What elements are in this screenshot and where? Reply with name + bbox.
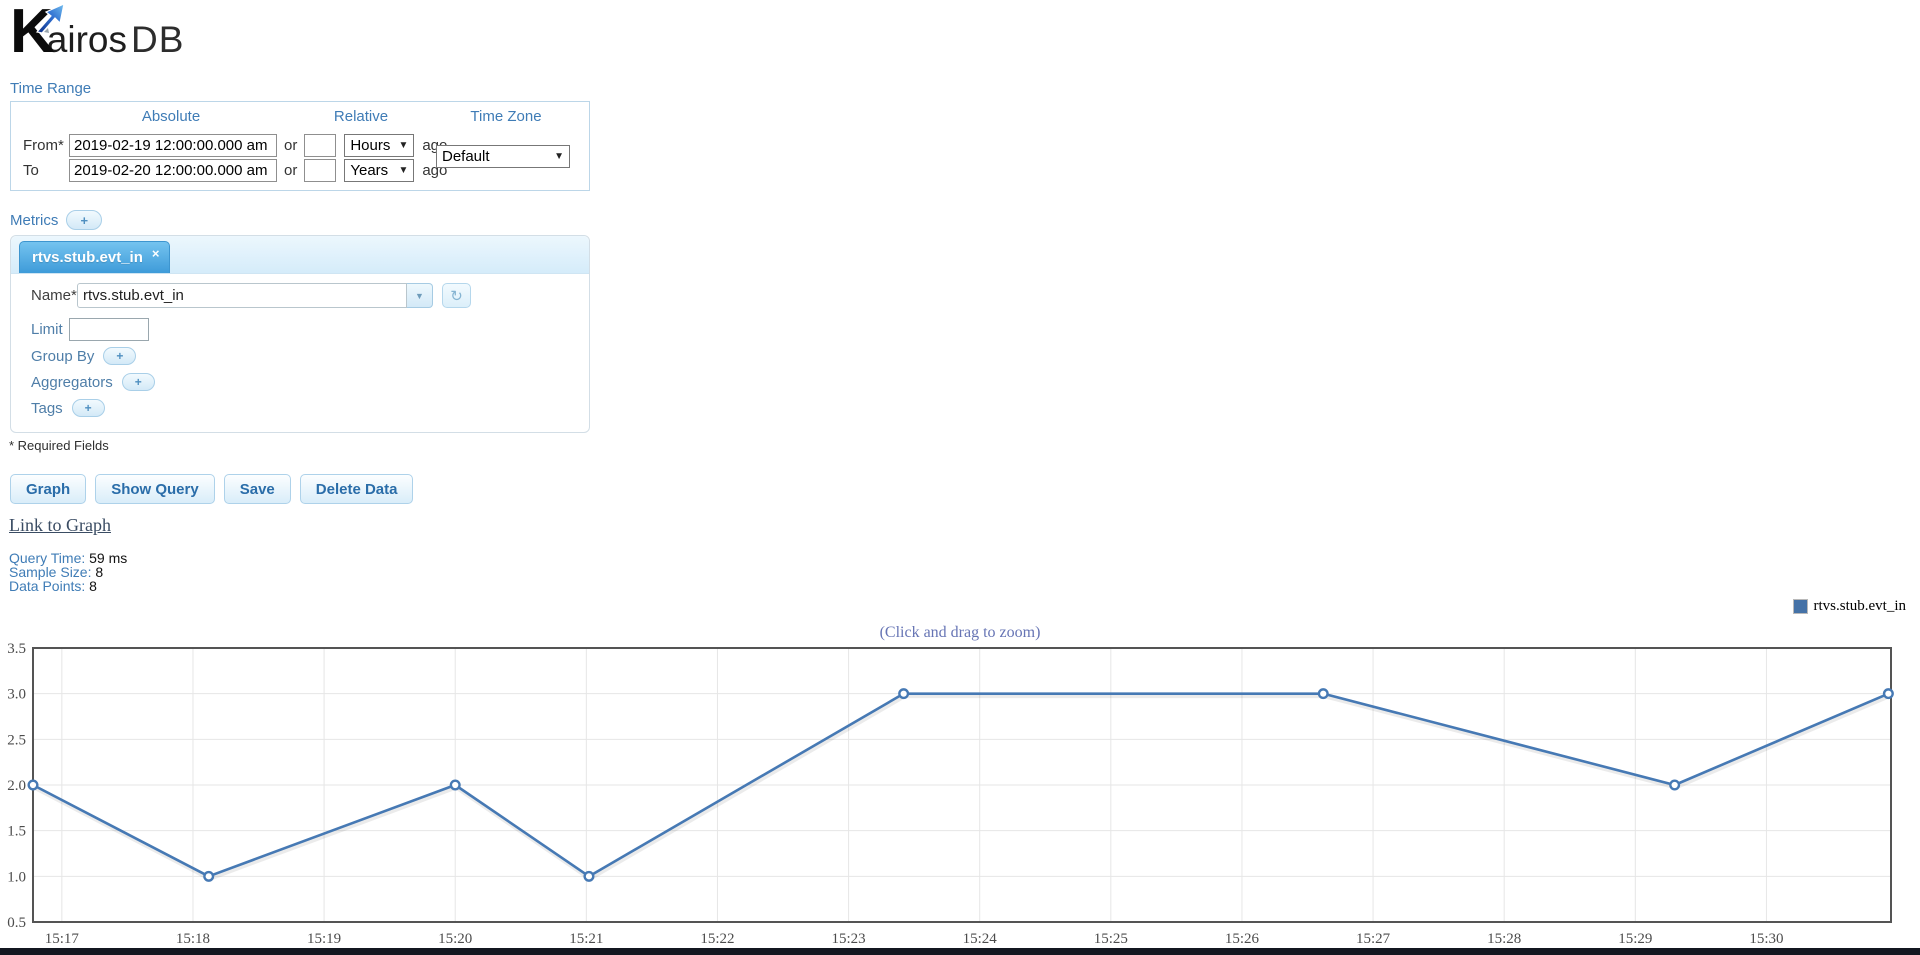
absolute-column-header: Absolute [71, 108, 271, 125]
timezone-column-header: Time Zone [431, 108, 581, 125]
data-point-marker[interactable] [1670, 781, 1679, 790]
logo-k-letter: K [10, 4, 53, 60]
time-range-section-label: Time Range [10, 80, 91, 97]
from-or-text: or [284, 137, 297, 154]
y-tick-label: 3.5 [7, 641, 26, 657]
add-metric-button[interactable]: + [66, 210, 102, 230]
relative-column-header: Relative [286, 108, 436, 125]
data-point-marker[interactable] [1319, 689, 1328, 698]
data-point-marker[interactable] [451, 781, 460, 790]
to-unit-select[interactable]: Years▼ [344, 159, 414, 182]
x-tick-label: 15:18 [176, 931, 210, 947]
data-point-marker[interactable] [204, 872, 213, 881]
add-group-by-button[interactable]: + [103, 347, 136, 365]
bottom-bar [0, 948, 1920, 955]
x-tick-label: 15:30 [1749, 931, 1783, 947]
metrics-section-label: Metrics [10, 212, 58, 229]
metric-panel: rtvs.stub.evt_in × Name* ▼ ↻ Limit Group… [10, 235, 590, 433]
y-tick-label: 2.5 [7, 732, 26, 748]
to-row: To or Years▼ ago [23, 159, 447, 182]
y-tick-label: 2.0 [7, 778, 26, 794]
kairosdb-page: K airos DB Time Range Absolute Relative … [0, 0, 1920, 955]
x-tick-label: 15:25 [1094, 931, 1128, 947]
metric-tab[interactable]: rtvs.stub.evt_in × [19, 241, 170, 273]
y-tick-label: 1.5 [7, 824, 26, 840]
x-tick-label: 15:19 [307, 931, 341, 947]
x-tick-label: 15:28 [1487, 931, 1521, 947]
metric-tab-label: rtvs.stub.evt_in [32, 249, 143, 266]
query-stats: Query Time: 59 ms Sample Size: 8 Data Po… [9, 551, 127, 593]
x-tick-label: 15:22 [700, 931, 734, 947]
select-caret-icon: ▼ [398, 165, 408, 176]
data-point-marker[interactable] [29, 781, 38, 790]
graph-button[interactable]: Graph [10, 474, 86, 504]
limit-label: Limit [31, 321, 69, 338]
timezone-select[interactable]: Default▼ [436, 145, 570, 168]
from-unit-select[interactable]: Hours▼ [344, 134, 414, 157]
to-relative-input[interactable] [304, 159, 336, 182]
add-aggregator-button[interactable]: + [122, 373, 155, 391]
group-by-label: Group By [31, 348, 94, 365]
x-tick-label: 15:24 [963, 931, 998, 947]
metric-name-refresh-button[interactable]: ↻ [442, 283, 471, 308]
to-or-text: or [284, 162, 297, 179]
kairosdb-logo: K airos DB [10, 4, 184, 64]
metric-name-label: Name* [31, 287, 77, 304]
metric-tab-close-icon[interactable]: × [152, 247, 160, 260]
logo-db-text: DB [131, 19, 184, 61]
from-relative-input[interactable] [304, 134, 336, 157]
from-row: From* or Hours▼ ago [23, 134, 447, 157]
save-button[interactable]: Save [224, 474, 291, 504]
x-tick-label: 15:27 [1356, 931, 1391, 947]
data-point-marker[interactable] [899, 689, 908, 698]
tags-label: Tags [31, 400, 63, 417]
to-absolute-input[interactable] [69, 159, 277, 182]
link-to-graph[interactable]: Link to Graph [9, 515, 111, 536]
metric-name-input[interactable] [77, 283, 407, 308]
action-buttons: Graph Show Query Save Delete Data [10, 474, 413, 504]
delete-data-button[interactable]: Delete Data [300, 474, 414, 504]
y-tick-label: 0.5 [7, 915, 26, 931]
limit-input[interactable] [69, 318, 149, 341]
required-fields-note: * Required Fields [9, 438, 109, 453]
time-range-panel: Absolute Relative Time Zone From* or Hou… [10, 101, 590, 191]
select-caret-icon: ▼ [554, 151, 564, 162]
data-point-marker[interactable] [585, 872, 594, 881]
y-tick-label: 3.0 [7, 687, 26, 703]
x-tick-label: 15:21 [569, 931, 603, 947]
x-tick-label: 15:23 [831, 931, 865, 947]
from-label: From* [23, 137, 69, 154]
show-query-button[interactable]: Show Query [95, 474, 215, 504]
logo-arrow-icon [34, 2, 68, 38]
y-tick-label: 1.0 [7, 869, 26, 885]
aggregators-label: Aggregators [31, 374, 113, 391]
add-tag-button[interactable]: + [72, 399, 105, 417]
x-tick-label: 15:20 [438, 931, 472, 947]
x-tick-label: 15:26 [1225, 931, 1260, 947]
from-absolute-input[interactable] [69, 134, 277, 157]
to-label: To [23, 162, 69, 179]
data-point-marker[interactable] [1884, 689, 1893, 698]
timeseries-chart[interactable]: 0.5 1.0 1.5 2.0 2.5 3.0 3.5 15:17 15:18 15:19 15:2… [0, 592, 1920, 948]
select-caret-icon: ▼ [398, 140, 408, 151]
x-tick-label: 15:29 [1618, 931, 1652, 947]
metric-name-dropdown-button[interactable]: ▼ [407, 283, 433, 308]
x-tick-label: 15:17 [45, 931, 80, 947]
